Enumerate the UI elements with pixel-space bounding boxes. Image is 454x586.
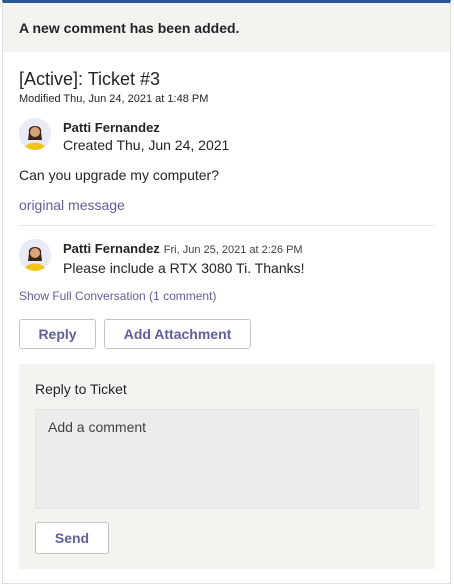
reply-panel-title: Reply to Ticket: [35, 381, 127, 397]
comment-text: Please include a RTX 3080 Ti. Thanks!: [63, 260, 305, 276]
reply-button[interactable]: Reply: [19, 319, 96, 349]
ticket-card: A new comment has been added. [Active]: …: [2, 0, 451, 584]
divider: [19, 225, 434, 226]
avatar: [19, 239, 51, 271]
original-message: Can you upgrade my computer?: [19, 167, 219, 183]
ticket-title: [Active]: Ticket #3: [19, 69, 161, 89]
reply-panel: Reply to Ticket Send: [19, 364, 435, 569]
comment-timestamp: Fri, Jun 25, 2021 at 2:26 PM: [163, 244, 303, 256]
banner-text: A new comment has been added.: [19, 19, 240, 36]
comment-author-line: Patti Fernandez Fri, Jun 25, 2021 at 2:26…: [63, 241, 303, 256]
notification-banner: A new comment has been added.: [3, 3, 450, 52]
person-avatar-icon: [19, 239, 51, 271]
comment-author: Patti Fernandez: [63, 241, 160, 256]
add-attachment-button[interactable]: Add Attachment: [104, 319, 251, 349]
ticket-modified: Modified Thu, Jun 24, 2021 at 1:48 PM: [19, 93, 209, 105]
original-author: Patti Fernandez: [63, 120, 160, 135]
person-avatar-icon: [19, 118, 51, 150]
original-message-link[interactable]: original message: [19, 197, 125, 213]
comment-input[interactable]: [35, 409, 419, 509]
show-conversation-link[interactable]: Show Full Conversation (1 comment): [19, 289, 216, 303]
avatar: [19, 118, 51, 150]
send-button[interactable]: Send: [35, 522, 109, 554]
original-created: Created Thu, Jun 24, 2021: [63, 137, 230, 153]
